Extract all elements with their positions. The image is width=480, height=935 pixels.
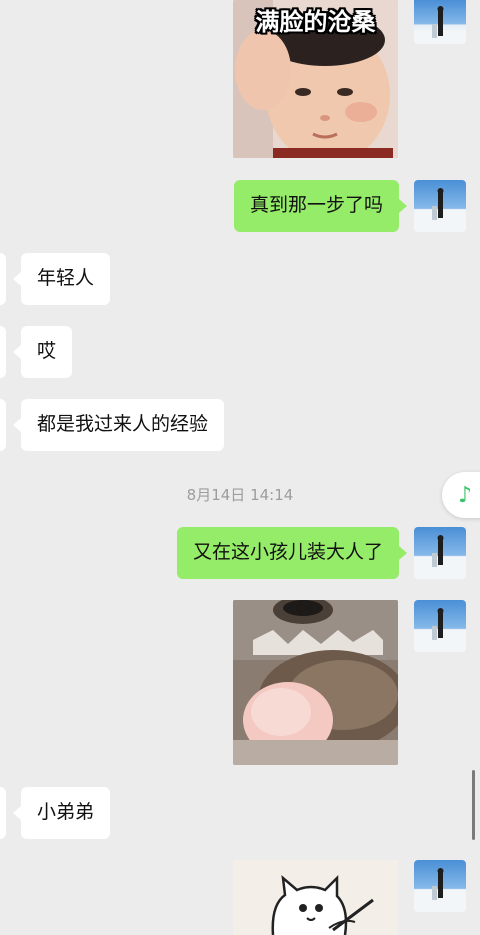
- scrollbar-thumb[interactable]: [472, 770, 475, 840]
- avatar-image: [414, 188, 466, 232]
- contact-avatar[interactable]: [0, 326, 6, 378]
- message-bubble-sent[interactable]: 又在这小孩儿装大人了: [176, 527, 399, 579]
- sticker-caption: 满脸的沧桑: [255, 8, 376, 36]
- contact-avatar[interactable]: [0, 787, 6, 839]
- my-avatar[interactable]: [414, 0, 466, 44]
- message-bubble-sent[interactable]: 真到那一步了吗: [233, 180, 399, 232]
- message-text: 小弟弟: [37, 801, 95, 823]
- timestamp: 8月14日 14:14: [186, 486, 294, 504]
- bubble-tail: [13, 418, 21, 432]
- message-text: 真到那一步了吗: [249, 194, 383, 216]
- bubble-tail: [399, 199, 407, 213]
- bubble-tail: [399, 546, 407, 560]
- message-bubble-received[interactable]: 都是我过来人的经验: [21, 399, 225, 451]
- message-bubble-received[interactable]: 哎: [21, 326, 73, 378]
- my-avatar[interactable]: [414, 180, 466, 232]
- message-text: 哎: [37, 340, 57, 362]
- avatar-image: [414, 608, 466, 652]
- message-bubble-received[interactable]: 年轻人: [21, 253, 111, 305]
- contact-avatar[interactable]: [0, 253, 6, 305]
- contact-avatar[interactable]: [0, 399, 6, 451]
- avatar-image: [414, 6, 466, 44]
- sticker-cat[interactable]: [233, 860, 398, 935]
- avatar-image: [414, 535, 466, 579]
- bubble-tail: [13, 272, 21, 286]
- my-avatar[interactable]: [414, 860, 466, 912]
- message-text: 都是我过来人的经验: [37, 413, 209, 435]
- sticker-plush[interactable]: [233, 600, 398, 765]
- bubble-tail: [13, 806, 21, 820]
- message-bubble-received[interactable]: 小弟弟: [21, 787, 111, 839]
- message-text: 年轻人: [37, 267, 95, 289]
- sticker-cat-image: [233, 860, 398, 935]
- avatar-image: [414, 868, 466, 912]
- music-button[interactable]: ♪: [442, 472, 480, 518]
- my-avatar[interactable]: [414, 527, 466, 579]
- my-avatar[interactable]: [414, 600, 466, 652]
- bubble-tail: [13, 345, 21, 359]
- sticker-baby[interactable]: 满脸的沧桑: [233, 0, 398, 158]
- sticker-plush-image: [233, 600, 398, 765]
- music-note-icon: ♪: [457, 482, 473, 508]
- message-text: 又在这小孩儿装大人了: [192, 541, 383, 563]
